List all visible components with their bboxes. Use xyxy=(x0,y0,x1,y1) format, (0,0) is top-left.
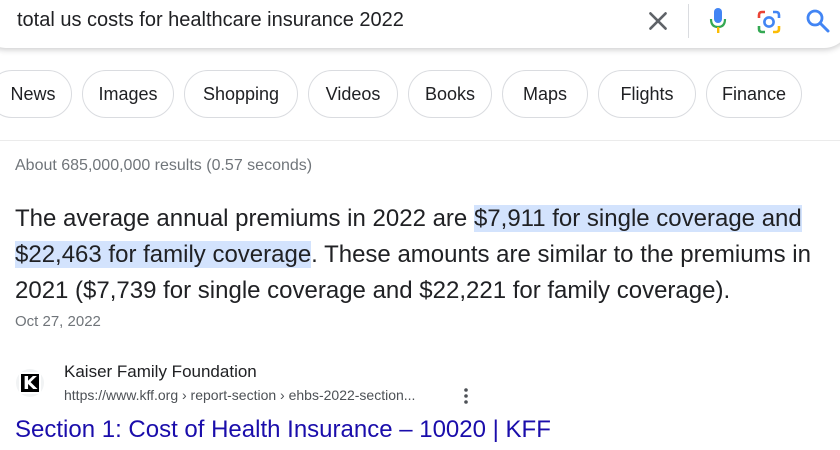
lens-icon[interactable] xyxy=(755,8,783,36)
search-bar-divider xyxy=(688,4,689,38)
tab-maps[interactable]: Maps xyxy=(502,70,588,118)
result-url[interactable]: https://www.kff.org › report-section › e… xyxy=(64,387,415,403)
result-stats: About 685,000,000 results (0.57 seconds) xyxy=(15,157,313,174)
search-tabs: News Images Shopping Videos Books Maps F… xyxy=(0,70,802,120)
snippet-text-before: The average annual premiums in 2022 are xyxy=(15,205,474,232)
search-results-page: total us costs for healthcare insurance … xyxy=(0,0,840,450)
result-title-link[interactable]: Section 1: Cost of Health Insurance – 10… xyxy=(15,416,551,444)
mic-icon[interactable] xyxy=(706,6,730,36)
search-bar[interactable]: total us costs for healthcare insurance … xyxy=(0,0,840,48)
site-favicon[interactable]: K xyxy=(16,369,44,397)
close-icon[interactable] xyxy=(645,8,671,34)
tab-videos[interactable]: Videos xyxy=(308,70,398,118)
tab-shopping[interactable]: Shopping xyxy=(184,70,298,118)
tab-news[interactable]: News xyxy=(0,70,72,118)
kff-logo-icon: K xyxy=(19,372,41,394)
tab-finance[interactable]: Finance xyxy=(706,70,802,118)
search-icon[interactable] xyxy=(804,7,832,35)
search-input[interactable]: total us costs for healthcare insurance … xyxy=(17,9,404,32)
tab-flights[interactable]: Flights xyxy=(598,70,696,118)
tab-images[interactable]: Images xyxy=(82,70,174,118)
tabs-divider xyxy=(0,140,840,141)
snippet-date: Oct 27, 2022 xyxy=(15,313,101,330)
tab-books[interactable]: Books xyxy=(408,70,492,118)
more-vert-icon[interactable] xyxy=(458,386,474,406)
featured-snippet: The average annual premiums in 2022 are … xyxy=(15,201,835,309)
result-site-name[interactable]: Kaiser Family Foundation xyxy=(64,362,257,382)
